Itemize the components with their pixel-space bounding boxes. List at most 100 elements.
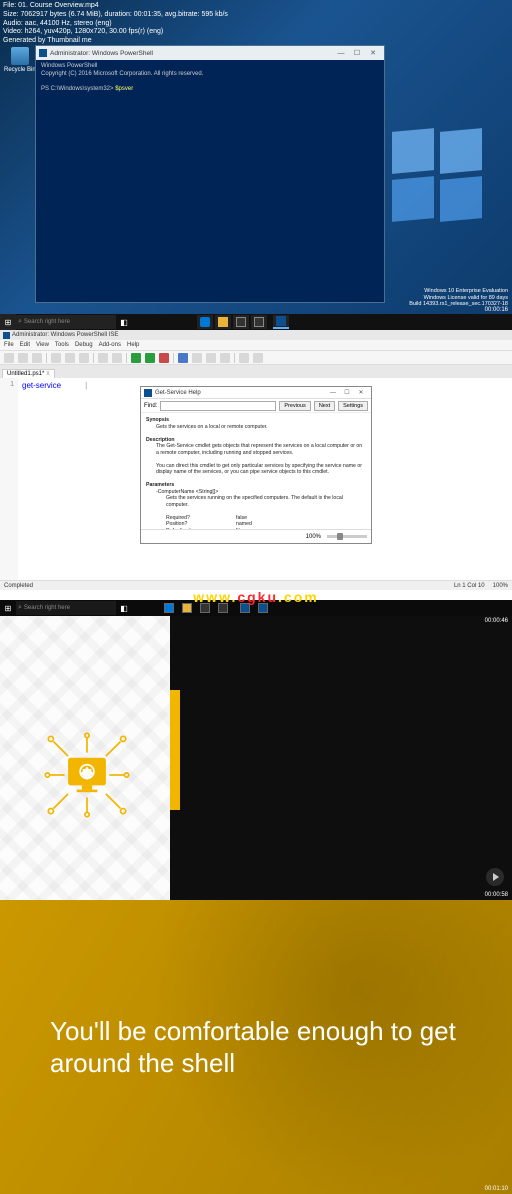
status-position: Ln 1 Col 10 <box>454 583 485 589</box>
toolbar-pane2-icon[interactable] <box>206 353 216 363</box>
toolbar-stop-icon[interactable] <box>159 353 169 363</box>
window-title: Administrator: Windows PowerShell <box>50 50 333 57</box>
help-dialog[interactable]: Get-Service Help — ☐ ✕ Find: Previous Ne… <box>140 386 372 544</box>
toolbar[interactable] <box>0 351 512 365</box>
play-button[interactable] <box>486 868 504 886</box>
find-bar[interactable]: Find: Previous Next Settings <box>141 399 371 413</box>
timecode-bottom: 00:00:58 <box>485 892 508 898</box>
script-tab[interactable]: Untitled1.ps1* X <box>2 369 55 378</box>
description-text-2: You can direct this cmdlet to get only p… <box>146 463 366 476</box>
menu-file[interactable]: File <box>4 342 14 348</box>
recycle-bin[interactable]: Recycle Bin <box>4 47 36 73</box>
segment-intro: ⊞ ⌕ Search right here ◧ <box>0 600 512 900</box>
taskbar-app-mail[interactable] <box>251 315 267 329</box>
close-button[interactable]: ✕ <box>365 48 381 58</box>
toolbar-pane-icon[interactable] <box>192 353 202 363</box>
ise-titlebar[interactable]: Administrator: Windows PowerShell ISE <box>0 330 512 340</box>
taskbar-search[interactable]: ⌕ Search right here <box>16 315 116 329</box>
titlebar[interactable]: Administrator: Windows PowerShell — ☐ ✕ <box>36 46 384 60</box>
tab-bar[interactable]: Untitled1.ps1* X <box>0 365 512 378</box>
overlay-line: File: 01. Course Overview.mp4 <box>3 2 228 11</box>
ise-title: Administrator: Windows PowerShell ISE <box>12 332 118 338</box>
minimize-button[interactable]: — <box>333 48 349 58</box>
start-button[interactable]: ⊞ <box>0 314 16 330</box>
segment-slide: You'll be comfortable enough to get arou… <box>0 900 512 1194</box>
param-text: Gets the services running on the specifi… <box>146 495 366 508</box>
status-zoom: 100% <box>493 583 508 589</box>
menu-debug[interactable]: Debug <box>75 342 93 348</box>
toolbar-copy-icon[interactable] <box>65 353 75 363</box>
taskbar-app-store[interactable] <box>233 315 249 329</box>
toolbar-newremote-icon[interactable] <box>178 353 188 363</box>
menu-edit[interactable]: Edit <box>20 342 30 348</box>
line-number-gutter: 1 <box>0 378 18 580</box>
search-icon: ⌕ <box>18 318 22 326</box>
windows-logo <box>392 130 482 220</box>
toolbar-commands-icon[interactable] <box>239 353 249 363</box>
toolbar-cut-icon[interactable] <box>51 353 61 363</box>
menubar[interactable]: File Edit View Tools Debug Add-ons Help <box>0 340 512 351</box>
video-overlay-info: File: 01. Course Overview.mp4 Size: 7062… <box>3 2 228 46</box>
search-placeholder: Search right here <box>24 319 70 325</box>
help-minimize-button[interactable]: — <box>326 390 340 396</box>
taskbar-search[interactable]: ⌕ Search right here <box>16 601 116 615</box>
find-input[interactable] <box>160 401 276 411</box>
console-line: Windows PowerShell <box>41 63 379 71</box>
taskbar-app-powershell[interactable] <box>273 315 289 329</box>
timecode-top: 00:00:46 <box>485 618 508 624</box>
overlay-line: Generated by Thumbnail me <box>3 37 228 46</box>
help-close-button[interactable]: ✕ <box>354 389 368 396</box>
console-prompt-line: PS C:\Windows\system32> $psver <box>41 86 379 94</box>
gear-monitor-icon <box>44 732 130 818</box>
task-view-button[interactable]: ◧ <box>116 600 132 616</box>
taskbar[interactable]: ⊞ ⌕ Search right here ◧ <box>0 314 512 330</box>
taskbar-app-edge[interactable] <box>161 601 177 615</box>
start-button[interactable]: ⊞ <box>0 600 16 616</box>
find-next-button[interactable]: Next <box>314 401 335 411</box>
description-text: The Get-Service cmdlet gets objects that… <box>146 443 366 456</box>
console-line: Copyright (C) 2016 Microsoft Corporation… <box>41 71 379 79</box>
maximize-button[interactable]: ☐ <box>349 48 365 58</box>
menu-view[interactable]: View <box>36 342 49 348</box>
menu-addons[interactable]: Add-ons <box>99 342 121 348</box>
help-titlebar[interactable]: Get-Service Help — ☐ ✕ <box>141 387 371 399</box>
zoom-bar[interactable]: 100% <box>141 529 371 543</box>
task-view-button[interactable]: ◧ <box>116 314 132 330</box>
toolbar-run-icon[interactable] <box>131 353 141 363</box>
timecode: 00:00:16 <box>485 307 508 313</box>
segment-powershell-desktop: File: 01. Course Overview.mp4 Size: 7062… <box>0 0 512 330</box>
zoom-slider[interactable] <box>327 535 367 538</box>
toolbar-pane3-icon[interactable] <box>220 353 230 363</box>
code-text: get-service <box>22 381 61 390</box>
tab-close-icon[interactable]: X <box>46 371 49 377</box>
toolbar-help-icon[interactable] <box>253 353 263 363</box>
help-title: Get-Service Help <box>155 390 326 396</box>
menu-help[interactable]: Help <box>127 342 139 348</box>
play-icon <box>493 873 499 881</box>
tab-label: Untitled1.ps1* <box>7 371 44 377</box>
powershell-icon <box>39 49 47 57</box>
help-maximize-button[interactable]: ☐ <box>340 389 354 396</box>
search-icon: ⌕ <box>18 604 22 612</box>
toolbar-open-icon[interactable] <box>18 353 28 363</box>
taskbar-app-edge[interactable] <box>197 315 213 329</box>
windows-eval-text: Windows 10 Enterprise Evaluation Windows… <box>409 288 508 308</box>
find-previous-button[interactable]: Previous <box>279 401 310 411</box>
toolbar-new-icon[interactable] <box>4 353 14 363</box>
overlay-line: Audio: aac, 44100 Hz, stereo (eng) <box>3 20 228 29</box>
console-area[interactable]: Windows PowerShell Copyright (C) 2016 Mi… <box>36 60 384 302</box>
toolbar-run-selection-icon[interactable] <box>145 353 155 363</box>
toolbar-paste-icon[interactable] <box>79 353 89 363</box>
help-body[interactable]: Synopsis Gets the services on a local or… <box>141 413 371 529</box>
toolbar-save-icon[interactable] <box>32 353 42 363</box>
taskbar-app-explorer[interactable] <box>215 315 231 329</box>
settings-button[interactable]: Settings <box>338 401 368 411</box>
toolbar-undo-icon[interactable] <box>98 353 108 363</box>
zoom-value: 100% <box>306 534 321 540</box>
powershell-window[interactable]: Administrator: Windows PowerShell — ☐ ✕ … <box>35 45 385 303</box>
search-placeholder: Search right here <box>24 605 70 611</box>
zoom-slider-knob[interactable] <box>337 533 343 540</box>
toolbar-redo-icon[interactable] <box>112 353 122 363</box>
menu-tools[interactable]: Tools <box>55 342 69 348</box>
watermark: www.cgku.com <box>193 589 318 605</box>
